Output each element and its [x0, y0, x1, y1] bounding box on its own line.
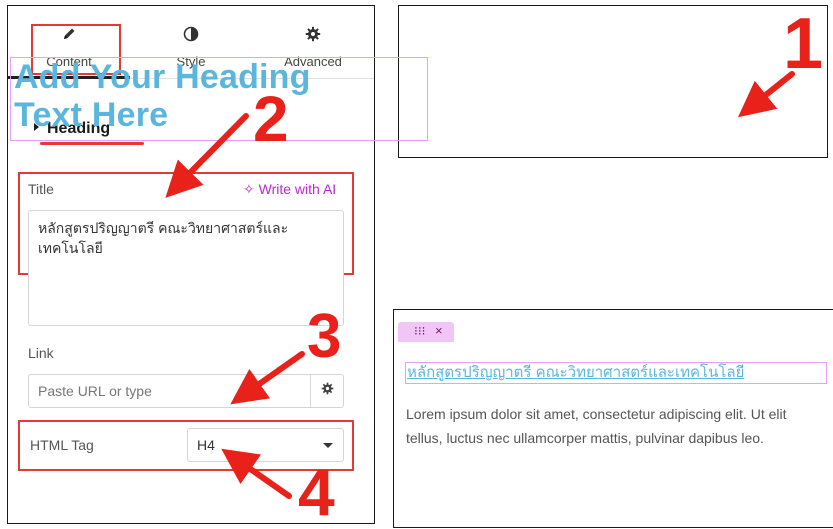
title-textarea[interactable]: หลักสูตรปริญญาตรี คณะวิทยาศาสตร์และ เทคโ…	[28, 210, 344, 326]
gear-icon	[252, 26, 374, 42]
title-field-label: Title	[28, 181, 54, 197]
title-value-line-1: หลักสูตรปริญญาตรี คณะวิทยาศาสตร์และ	[38, 220, 289, 236]
half-circle-icon	[130, 26, 252, 42]
annotation-number-2: 2	[253, 83, 289, 155]
html-tag-value: H4	[197, 437, 215, 453]
annotation-number-1: 1	[783, 4, 824, 84]
link-url-input[interactable]: Paste URL or type	[28, 374, 311, 408]
section-title-underline-annotation	[40, 142, 144, 145]
close-icon[interactable]: ×	[435, 323, 443, 338]
annotation-number-3: 3	[307, 302, 342, 371]
widget-handle[interactable]: ⁝⁝⁝ ×	[398, 322, 454, 342]
write-with-ai-button[interactable]: ✧ Write with AI	[243, 181, 336, 198]
html-tag-label: HTML Tag	[30, 437, 94, 453]
link-options-button[interactable]	[310, 374, 344, 408]
annotation-number-4: 4	[298, 455, 335, 529]
drag-grip-icon[interactable]: ⁝⁝⁝	[414, 324, 425, 338]
preview-default-heading	[398, 5, 828, 158]
sparkle-icon: ✧	[243, 181, 259, 197]
updated-heading-text: หลักสูตรปริญญาตรี คณะวิทยาศาสตร์และเทคโน…	[407, 364, 745, 381]
gear-icon	[321, 382, 334, 400]
title-value-line-2: เทคโนโลยี	[38, 240, 103, 256]
link-field-label: Link	[28, 345, 54, 361]
write-with-ai-label: Write with AI	[258, 181, 337, 197]
paragraph-text: Lorem ipsum dolor sit amet, consectetur …	[406, 406, 787, 446]
chevron-down-icon	[323, 443, 333, 448]
